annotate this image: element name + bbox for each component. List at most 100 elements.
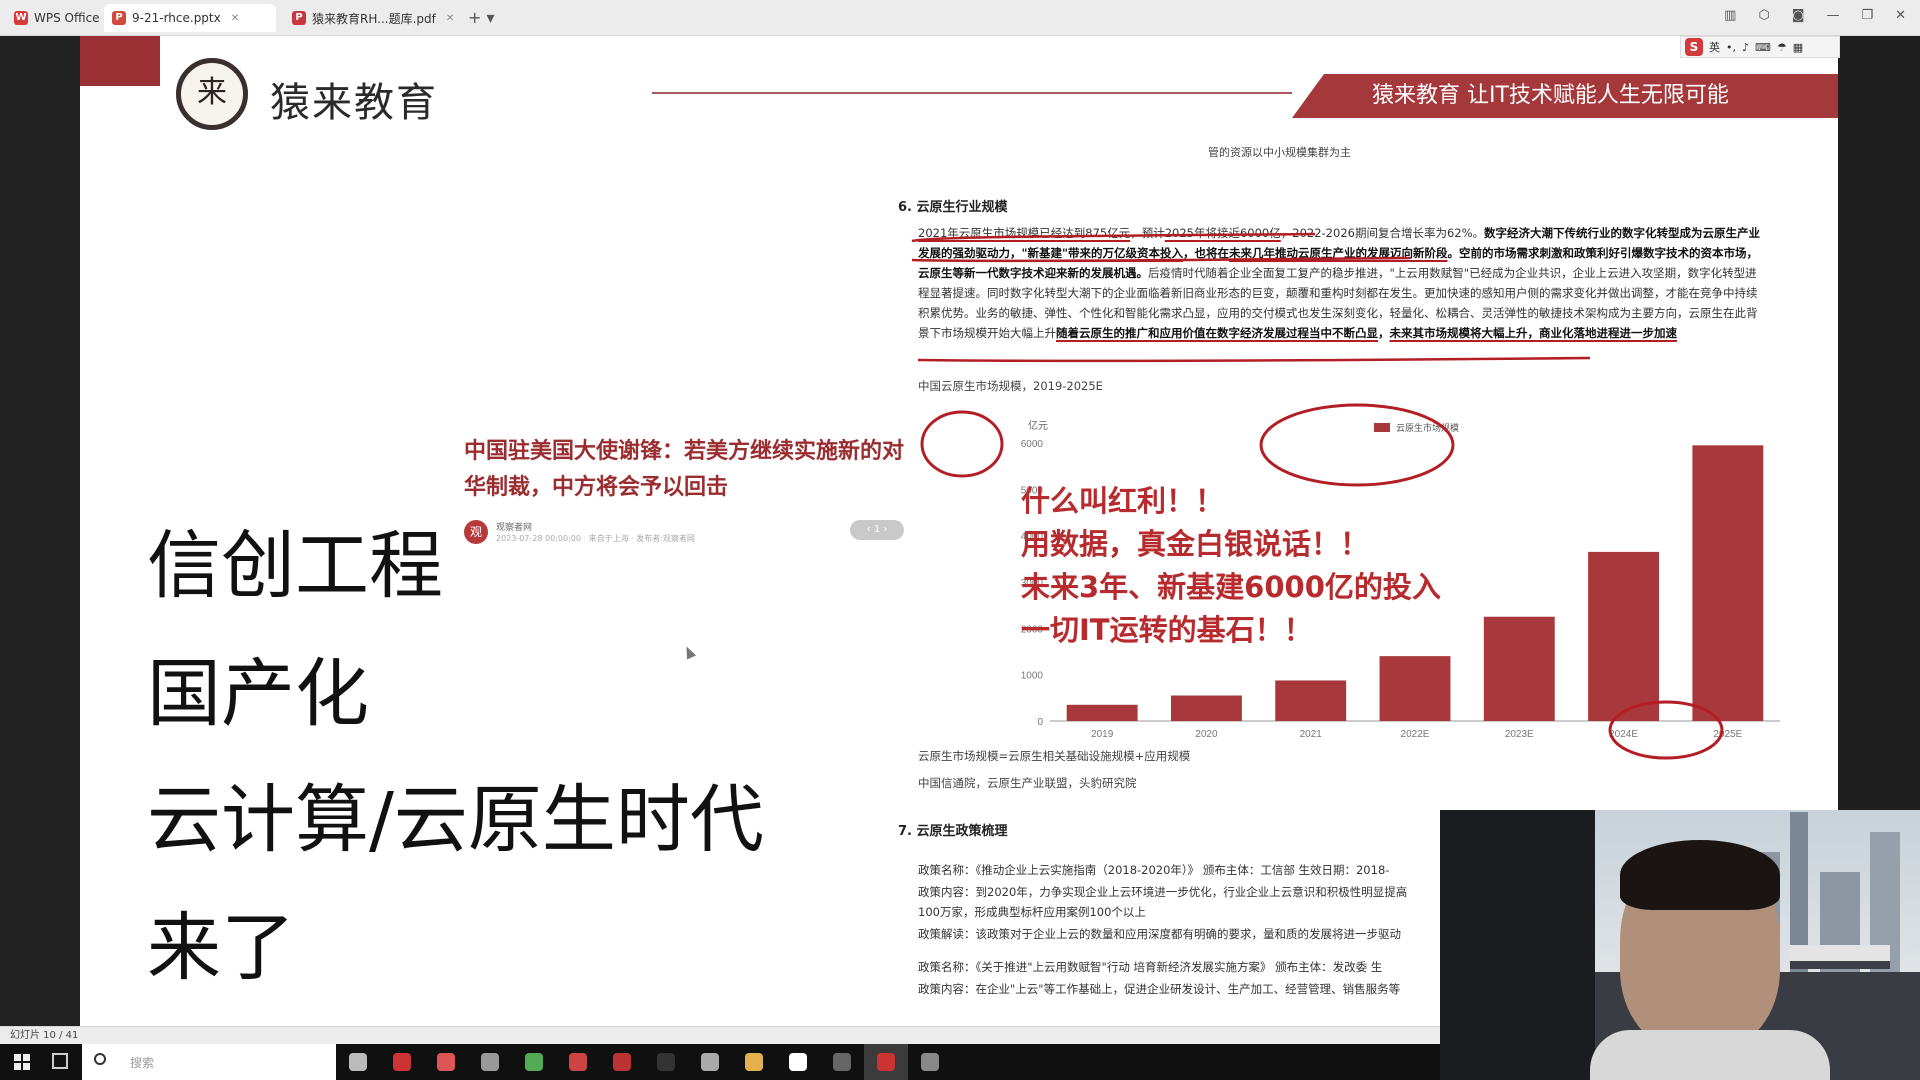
paragraph-run: "新基建"带来的万亿级资本投入 bbox=[1021, 246, 1183, 260]
legend-label: 云原生市场规模 bbox=[1396, 422, 1459, 433]
paragraph-run: ，也将在 bbox=[1182, 246, 1229, 260]
task-view-icon[interactable] bbox=[52, 1053, 68, 1069]
header-red-block bbox=[80, 36, 160, 86]
keyword-cloud-native: 云计算/云原生时代 bbox=[147, 777, 764, 863]
doc-top-snippet: 管的资源以中小规模集群为主 bbox=[1208, 146, 1351, 159]
keyboard-icon[interactable]: ⌨ bbox=[1755, 41, 1771, 54]
webcam-presenter-hair bbox=[1620, 840, 1780, 910]
windows-icon bbox=[833, 1053, 851, 1071]
tab-pptx[interactable]: P 9-21-rhce.pptx ✕ bbox=[104, 4, 276, 32]
tools-icon bbox=[569, 1053, 587, 1071]
close-tab-icon[interactable]: ✕ bbox=[231, 13, 239, 24]
overlay-line-1: 什么叫红利！！ bbox=[1021, 484, 1225, 518]
slide-indicator: 幻灯片 10 / 41 bbox=[10, 1030, 79, 1041]
taskbar-app-cortana[interactable] bbox=[336, 1044, 380, 1080]
news-source-avatar: 观 bbox=[464, 520, 488, 544]
mouse-cursor bbox=[681, 644, 697, 660]
pdf-file-icon: P bbox=[292, 11, 306, 25]
store-icon bbox=[657, 1053, 675, 1071]
paragraph-run: 2021年云原生市场规模已经达到875亿元 bbox=[918, 226, 1131, 240]
policy-line: 政策内容：到2020年，力争实现企业上云环境进一步优化，行业企业上云意识和积极性… bbox=[918, 885, 1408, 899]
tab-pdf[interactable]: P 猿来教育RH...题库.pdf ✕ bbox=[284, 4, 462, 32]
overlay-annotation: 什么叫红利！！ 用数据，真金白银说话！！ 未来3年、新基建6000亿的投入 一切… bbox=[1021, 480, 1441, 652]
workspace-left bbox=[0, 36, 80, 1026]
sogou-ime-icon[interactable]: S bbox=[1685, 38, 1703, 56]
new-tab-button[interactable]: + ▾ bbox=[468, 8, 495, 27]
section-6-paragraph: 2021年云原生市场规模已经达到875亿元，预计2025年将接近6000亿，20… bbox=[918, 223, 1760, 343]
policy-line: 政策名称：《推动企业上云实施指南（2018-2020年）》 颁布主体：工信部 生… bbox=[918, 863, 1390, 877]
taskbar-app-store[interactable] bbox=[644, 1044, 688, 1080]
taskbar-app-editor[interactable] bbox=[600, 1044, 644, 1080]
restore-button[interactable]: ❐ bbox=[1861, 8, 1873, 23]
ppt-file-icon: P bbox=[112, 11, 126, 25]
close-window-button[interactable]: ✕ bbox=[1895, 8, 1906, 23]
ime-toolbar[interactable]: S 英 •, ♪ ⌨ ☂ ▦ bbox=[1680, 36, 1840, 58]
windows-start-icon[interactable] bbox=[14, 1054, 30, 1070]
clock-icon bbox=[481, 1053, 499, 1071]
search-placeholder: 搜索 bbox=[130, 1056, 155, 1070]
paragraph-run: 未来其市场规模将大幅上升，商业化落地进程进一步加速 bbox=[1389, 326, 1678, 340]
chart-source: 中国信通院，云原生产业联盟，头豹研究院 bbox=[918, 776, 1137, 790]
punctuation-icon[interactable]: •, bbox=[1726, 41, 1736, 54]
y-tick-label: 6000 bbox=[1021, 439, 1044, 450]
window-controls: ▥ ⬡ ◙ — ❐ ✕ bbox=[1724, 8, 1906, 23]
grid-icon[interactable]: ▦ bbox=[1793, 41, 1803, 54]
paragraph-run: 随着云原生的推广和应用价值在数字经济发展过程当中不断凸显 bbox=[1056, 326, 1378, 340]
layout-icon[interactable]: ▥ bbox=[1724, 8, 1736, 23]
policy-line: 政策解读：该政策对于企业上云的数量和应用深度都有明确的要求，量和质的发展将进一步… bbox=[918, 927, 1401, 941]
x-tick-label: 2020 bbox=[1195, 729, 1218, 740]
news-source: 观 观察者网 2023-07-28 00:00:00 · 来自于上海 · 发布者… bbox=[464, 520, 695, 544]
slideshow-icon bbox=[921, 1053, 939, 1071]
files-icon bbox=[745, 1053, 763, 1071]
close-tab-icon[interactable]: ✕ bbox=[446, 13, 454, 24]
bar-2021 bbox=[1275, 680, 1347, 721]
bar-2022E bbox=[1379, 656, 1451, 721]
cube-icon[interactable]: ⬡ bbox=[1758, 8, 1769, 23]
y-tick-label: 1000 bbox=[1021, 671, 1044, 682]
bar-2024E bbox=[1588, 551, 1660, 721]
taskbar-app-wechat[interactable] bbox=[512, 1044, 556, 1080]
keyword-laile: 来了 bbox=[147, 905, 295, 991]
taskbar-app-media[interactable] bbox=[688, 1044, 732, 1080]
bar-2019 bbox=[1066, 704, 1138, 721]
taskbar-app-files[interactable] bbox=[732, 1044, 776, 1080]
wps-logo-icon: W bbox=[14, 11, 28, 25]
taskbar-apps bbox=[336, 1044, 952, 1080]
x-tick-label: 2025E bbox=[1713, 729, 1742, 740]
avatar-icon[interactable]: ◙ bbox=[1792, 8, 1805, 23]
keyword-xinchuang: 信创工程 bbox=[147, 523, 443, 609]
wps-icon bbox=[877, 1053, 895, 1071]
header-divider bbox=[652, 92, 1292, 94]
bar-2025E bbox=[1692, 445, 1764, 721]
keyword-guochanhua: 国产化 bbox=[147, 651, 369, 737]
chart-caption: 中国云原生市场规模，2019-2025E bbox=[918, 379, 1103, 393]
wechat-icon bbox=[525, 1053, 543, 1071]
taskbar-app-tools[interactable] bbox=[556, 1044, 600, 1080]
browser-red-icon bbox=[393, 1053, 411, 1071]
mic-icon[interactable]: ♪ bbox=[1742, 41, 1749, 54]
news-headline[interactable]: 中国驻美国大使谢锋：若美方继续实施新的对华制裁，中方将会予以回击 bbox=[464, 434, 904, 506]
media-icon bbox=[701, 1053, 719, 1071]
taskbar-app-clock[interactable] bbox=[468, 1044, 512, 1080]
tab-wps-home[interactable]: W WPS Office bbox=[6, 4, 108, 32]
taskbar-app-app-swirl[interactable] bbox=[424, 1044, 468, 1080]
news-pager-pill[interactable]: ‹ 1 › bbox=[850, 520, 904, 540]
ime-lang[interactable]: 英 bbox=[1709, 39, 1720, 55]
section-6-title: 6. 云原生行业规模 bbox=[898, 200, 1008, 215]
typora-icon bbox=[789, 1053, 807, 1071]
taskbar-app-typora[interactable] bbox=[776, 1044, 820, 1080]
policy-line: 100万家，形成典型标杆应用案例100个以上 bbox=[918, 905, 1146, 919]
paragraph-run: 2025年将接近6000亿 bbox=[1164, 226, 1281, 240]
taskbar-app-windows[interactable] bbox=[820, 1044, 864, 1080]
chart-formula: 云原生市场规模=云原生相关基础设施规模+应用规模 bbox=[918, 749, 1191, 763]
taskbar-app-browser-red[interactable] bbox=[380, 1044, 424, 1080]
webcam-presenter-shirt bbox=[1590, 1030, 1830, 1080]
taskbar-search-box[interactable]: 搜索 bbox=[82, 1044, 336, 1080]
taskbar-app-wps[interactable] bbox=[864, 1044, 908, 1080]
tab-label: 猿来教育RH...题库.pdf bbox=[312, 11, 436, 26]
skin-icon[interactable]: ☂ bbox=[1777, 41, 1787, 54]
taskbar-app-slideshow[interactable] bbox=[908, 1044, 952, 1080]
brand-name: 猿来教育 bbox=[270, 80, 438, 126]
paragraph-run: ， bbox=[1378, 326, 1390, 340]
minimize-button[interactable]: — bbox=[1826, 8, 1839, 23]
